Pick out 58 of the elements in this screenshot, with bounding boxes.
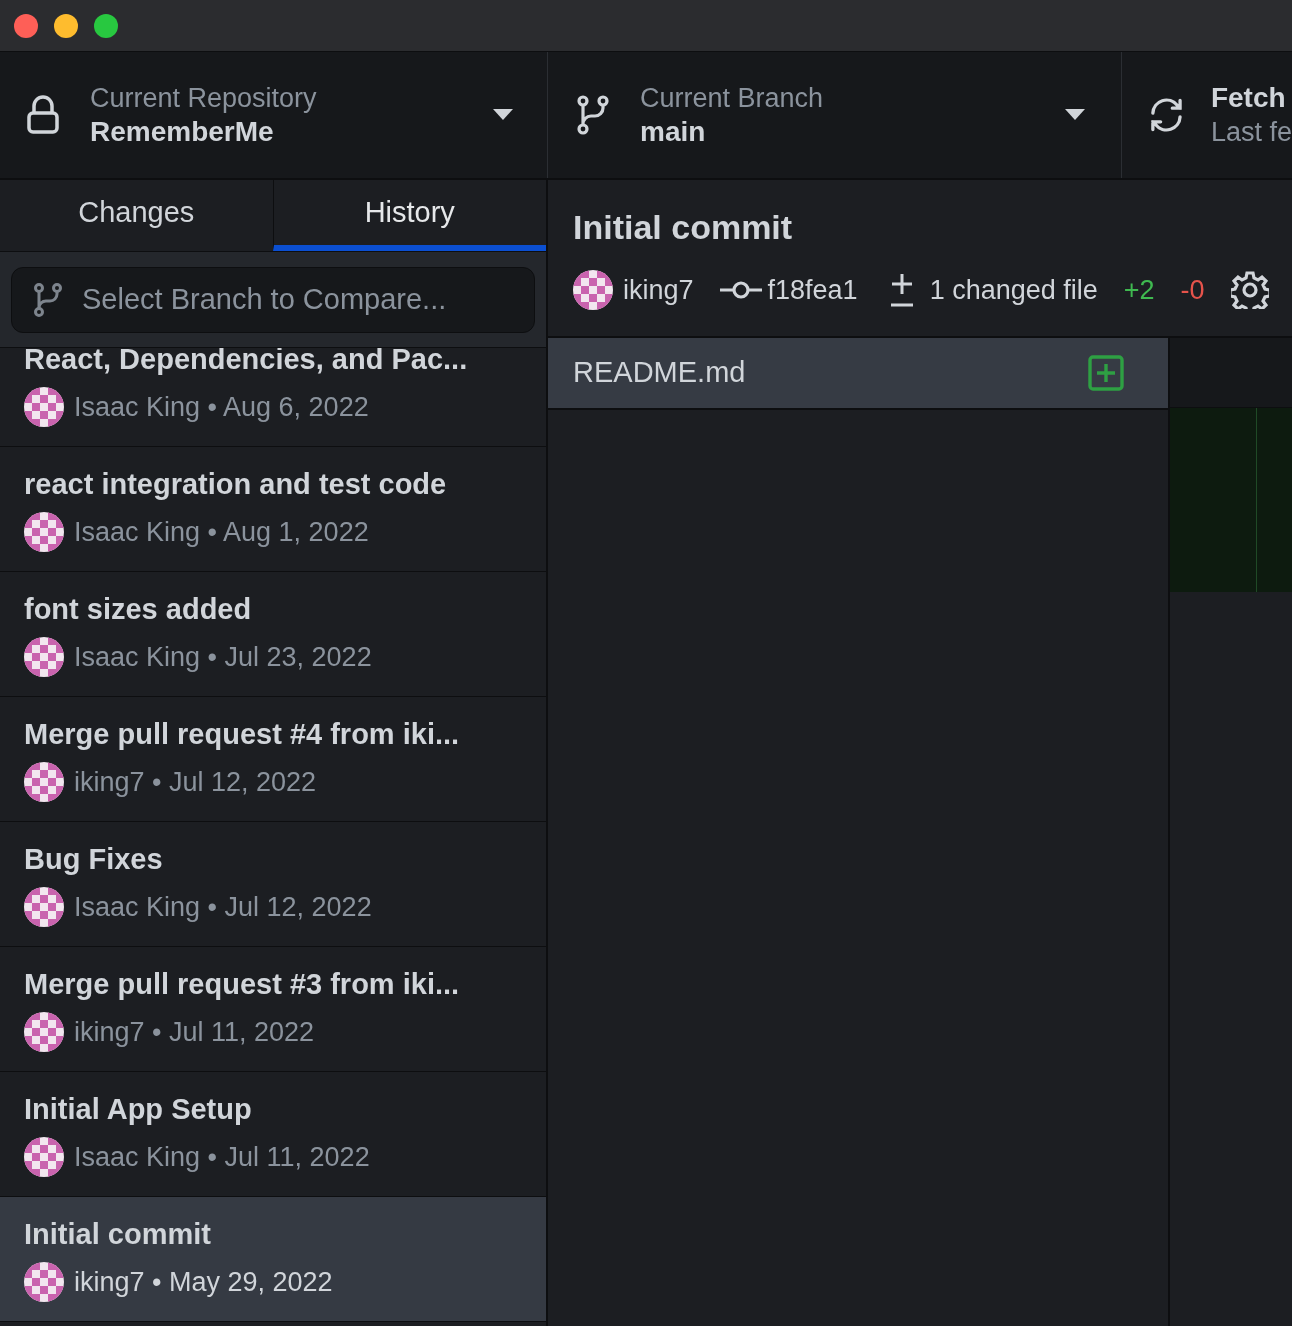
avatar-icon [573, 270, 613, 311]
repository-label: Current Repository [90, 82, 318, 115]
file-item[interactable]: README.md [548, 338, 1168, 410]
commit-meta: Isaac King • Aug 1, 2022 [74, 515, 369, 549]
branch-compare-field[interactable]: Select Branch to Compare... [11, 266, 535, 333]
sync-icon [1148, 96, 1185, 134]
avatar-icon [24, 887, 64, 927]
minimize-icon[interactable] [54, 13, 78, 38]
commit-sha: f18fea1 [767, 274, 858, 307]
file-name: README.md [573, 355, 746, 391]
file-added-icon [1088, 355, 1124, 391]
commit-item[interactable]: Initial commit iking7 • May 29, 2022 [0, 1197, 546, 1322]
commit-meta: Isaac King • Jul 11, 2022 [74, 1140, 370, 1174]
commit-title: Initial commit [24, 1216, 212, 1252]
fetch-button[interactable]: Fetch Last fe [1122, 52, 1292, 178]
branch-label: Current Branch [640, 82, 825, 115]
caret-icon [493, 109, 513, 121]
additions-count: +2 [1123, 274, 1155, 307]
avatar-icon [24, 1137, 64, 1177]
fetch-label: Fetch [1210, 81, 1287, 115]
commit-meta: iking7 • Jul 11, 2022 [74, 1015, 315, 1049]
avatar-icon [24, 512, 64, 552]
repository-selector[interactable]: Current Repository RememberMe [0, 52, 548, 178]
close-icon[interactable] [14, 13, 38, 38]
commit-meta: iking7 • May 29, 2022 [74, 1265, 333, 1299]
fetch-status: Last fe [1210, 116, 1292, 149]
branch-name: main [640, 115, 707, 149]
commit-author: iking7 [623, 274, 694, 307]
zoom-icon[interactable] [94, 13, 118, 38]
commit-meta: iking7 • Jul 12, 2022 [74, 765, 317, 799]
caret-icon [1065, 109, 1085, 121]
commit-icon [719, 280, 762, 301]
settings-icon[interactable] [1230, 271, 1269, 310]
avatar-icon [24, 637, 64, 677]
commit-meta: Isaac King • Aug 6, 2022 [74, 390, 369, 424]
deletions-count: -0 [1180, 274, 1205, 307]
avatar-icon [24, 1012, 64, 1052]
changed-files-count: 1 changed file [929, 274, 1098, 307]
diff-icon [889, 272, 914, 309]
commit-meta: Isaac King • Jul 23, 2022 [74, 640, 372, 674]
avatar-icon [24, 1262, 64, 1302]
commit-title: font sizes added [24, 591, 253, 627]
avatar-icon [24, 762, 64, 802]
commit-title: Merge pull request #4 from iki... [24, 716, 461, 752]
commit-title: Initial commit [573, 207, 794, 248]
lock-icon [26, 95, 60, 135]
tab[interactable]: Changes [0, 180, 273, 251]
commit-item[interactable]: React, Dependencies, and Pac... Isaac King • Aug 6, 2022 [0, 348, 546, 447]
commit-title: Bug Fixes [24, 841, 164, 877]
commit-title: React, Dependencies, and Pac... [24, 348, 469, 377]
commit-title: react integration and test code [24, 466, 448, 502]
commit-meta: Isaac King • Jul 12, 2022 [74, 890, 372, 924]
branch-icon [576, 95, 610, 135]
repository-name: RememberMe [90, 115, 275, 149]
commit-title: Initial App Setup [24, 1091, 253, 1127]
branch-selector[interactable]: Current Branch main [548, 52, 1122, 178]
avatar-icon [24, 387, 64, 427]
commit-title: Merge pull request #3 from iki... [24, 966, 461, 1002]
